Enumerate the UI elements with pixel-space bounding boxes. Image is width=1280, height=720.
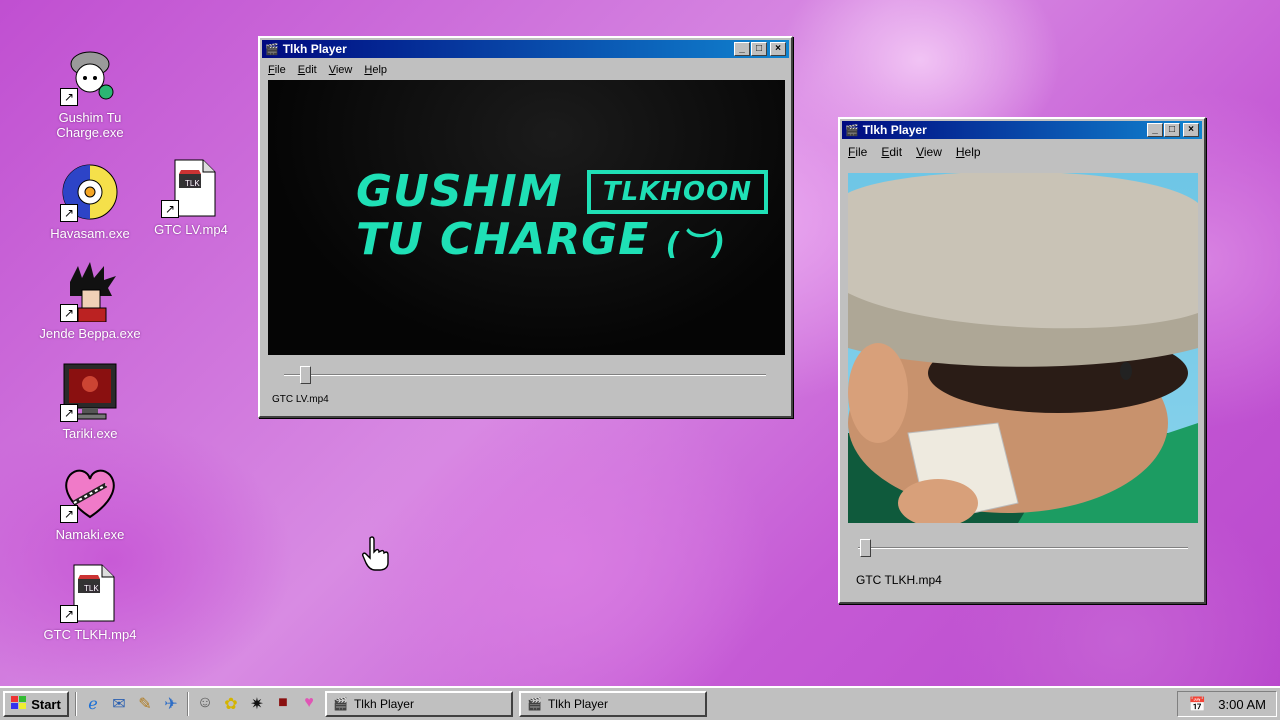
desktop-icon-label: Gushim Tu Charge.exe <box>56 110 124 140</box>
clapperboard-icon: 🎬 <box>527 697 542 711</box>
seek-track[interactable] <box>858 547 1188 549</box>
player-window-right[interactable]: 🎬 Tlkh Player _ □ × File Edit View Help … <box>838 117 1206 604</box>
shortcut-arrow-icon: ↗ <box>60 88 78 106</box>
seek-thumb[interactable] <box>860 539 871 557</box>
video-file-icon: TLK ↗ <box>60 563 120 623</box>
task-button-player-2[interactable]: 🎬 Tlkh Player <box>519 691 707 717</box>
flower-disc-icon: ↗ <box>60 162 120 222</box>
havasam-icon[interactable]: ✿ <box>221 694 241 714</box>
taskbar: Start ℯ ✉ ✎ ✈ ☺ ✿ ✷ ■ ♥ 🎬 Tlkh Player 🎬 … <box>0 686 1280 720</box>
video-title-line1: GUSHIM <box>356 166 563 217</box>
minimize-button[interactable]: _ <box>734 42 750 56</box>
svg-text:TLK: TLK <box>185 179 200 188</box>
close-button[interactable]: × <box>1183 123 1199 137</box>
shortcut-arrow-icon: ↗ <box>60 204 78 222</box>
player-window-left[interactable]: 🎬 Tlkh Player _ □ × File Edit View Help … <box>258 36 793 418</box>
title-bar[interactable]: 🎬 Tlkh Player _ □ × <box>842 121 1202 139</box>
shortcut-arrow-icon: ↗ <box>60 404 78 422</box>
broken-heart-icon: ↗ <box>60 463 120 523</box>
video-title-line2: TU CHARGE <box>356 214 650 265</box>
video-frame[interactable] <box>848 173 1198 523</box>
clapperboard-icon: 🎬 <box>265 43 279 56</box>
start-label: Start <box>31 696 61 712</box>
show-desktop-icon[interactable]: ✎ <box>135 694 155 714</box>
desktop-icon-gtc-tlkh[interactable]: TLK ↗ GTC TLKH.mp4 <box>30 563 150 642</box>
maximize-button[interactable]: □ <box>1164 123 1180 137</box>
seek-thumb[interactable] <box>300 366 311 384</box>
close-button[interactable]: × <box>770 42 786 56</box>
tariki-icon[interactable]: ■ <box>273 694 293 714</box>
video-title-emoticon: (︶) <box>665 227 727 262</box>
desktop-icon-label: Jende Beppa.exe <box>39 326 141 341</box>
clapperboard-icon: 🎬 <box>845 124 859 137</box>
shortcut-arrow-icon: ↗ <box>60 505 78 523</box>
spiky-hair-character-icon: ↗ <box>60 262 120 323</box>
task-button-player-1[interactable]: 🎬 Tlkh Player <box>325 691 513 717</box>
title-bar[interactable]: 🎬 Tlkh Player _ □ × <box>262 40 789 58</box>
monitor-icon: ↗ <box>60 362 120 422</box>
menu-edit[interactable]: Edit <box>881 145 902 159</box>
taskbar-separator <box>187 692 189 716</box>
internet-explorer-icon[interactable]: ℯ <box>83 694 103 714</box>
shortcut-arrow-icon: ↗ <box>60 304 78 322</box>
hand-cursor-icon <box>362 536 390 572</box>
channels-icon[interactable]: ✈ <box>161 694 181 714</box>
menu-help[interactable]: Help <box>956 145 981 159</box>
menu-view[interactable]: View <box>916 145 942 159</box>
namaki-icon[interactable]: ♥ <box>299 694 319 714</box>
menu-edit[interactable]: Edit <box>298 64 317 76</box>
menu-view[interactable]: View <box>329 64 353 76</box>
seek-track[interactable] <box>284 374 766 376</box>
scheduler-icon[interactable]: 📅 <box>1189 696 1206 713</box>
desktop-icon-tariki[interactable]: ↗ Tariki.exe <box>30 362 150 441</box>
character-head-icon: ↗ <box>60 46 120 106</box>
minimize-button[interactable]: _ <box>1147 123 1163 137</box>
video-file-icon: TLK ↗ <box>161 158 221 218</box>
menu-bar: File Edit View Help <box>840 141 1204 163</box>
shortcut-arrow-icon: ↗ <box>60 605 78 623</box>
file-name-label: GTC LV.mp4 <box>272 394 329 405</box>
window-title: Tlkh Player <box>282 42 347 56</box>
video-title-art: GUSHIM TLKHOON TU CHARGE (︶) <box>356 166 769 269</box>
desktop-icon-namaki[interactable]: ↗ Namaki.exe <box>30 463 150 542</box>
video-frame[interactable]: GUSHIM TLKHOON TU CHARGE (︶) <box>268 80 785 355</box>
desktop-icon-jende-beppa[interactable]: ↗ Jende Beppa.exe <box>30 262 150 341</box>
quick-launch: ℯ ✉ ✎ ✈ <box>83 694 181 714</box>
file-name-label: GTC TLKH.mp4 <box>856 573 942 587</box>
clapperboard-icon: 🎬 <box>333 697 348 711</box>
gushim-tu-charge-icon[interactable]: ☺ <box>195 694 215 714</box>
jende-beppa-icon[interactable]: ✷ <box>247 694 267 714</box>
desktop-icon-gtc-lv[interactable]: TLK ↗ GTC LV.mp4 <box>131 158 251 237</box>
clock[interactable]: 3:00 AM <box>1218 697 1266 712</box>
video-still-photo <box>848 173 1198 523</box>
menu-file[interactable]: File <box>848 145 867 159</box>
menu-bar: File Edit View Help <box>260 60 791 80</box>
task-label: Tlkh Player <box>547 697 608 711</box>
window-title: Tlkh Player <box>862 123 927 137</box>
desktop-icon-label: GTC TLKH.mp4 <box>43 627 137 642</box>
menu-help[interactable]: Help <box>364 64 387 76</box>
desktop-icon-gushim-tu-charge[interactable]: ↗ Gushim Tu Charge.exe <box>30 46 150 140</box>
desktop-icon-label: Tariki.exe <box>62 426 118 441</box>
maximize-button[interactable]: □ <box>751 42 767 56</box>
quick-launch-apps: ☺ ✿ ✷ ■ ♥ <box>195 694 319 714</box>
system-tray: 📅 3:00 AM <box>1177 691 1277 717</box>
taskbar-separator <box>75 692 77 716</box>
task-label: Tlkh Player <box>353 697 414 711</box>
desktop-icon-label: Namaki.exe <box>55 527 125 542</box>
shortcut-arrow-icon: ↗ <box>161 200 179 218</box>
svg-text:TLK: TLK <box>84 584 99 593</box>
menu-file[interactable]: File <box>268 64 286 76</box>
windows-logo-icon <box>11 695 27 713</box>
start-button[interactable]: Start <box>3 691 69 717</box>
video-title-badge: TLKHOON <box>586 170 769 214</box>
outlook-icon[interactable]: ✉ <box>109 694 129 714</box>
desktop-icon-label: GTC LV.mp4 <box>154 222 228 237</box>
